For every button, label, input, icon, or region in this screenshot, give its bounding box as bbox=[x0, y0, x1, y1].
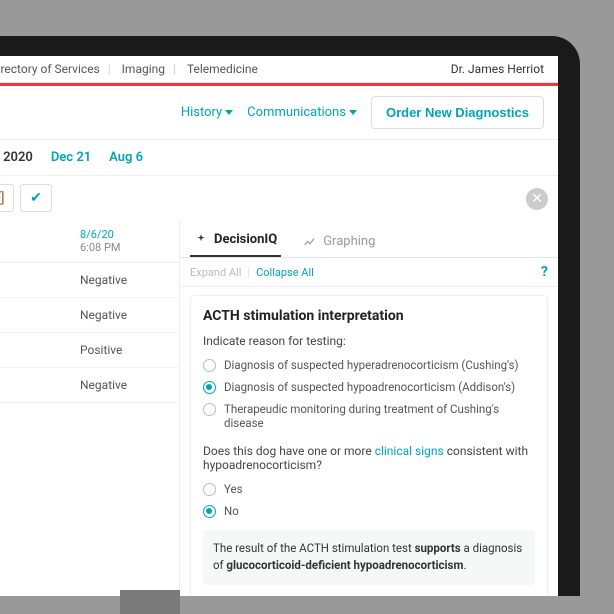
result-row: Positive bbox=[0, 333, 179, 368]
radio-yes[interactable]: Yes bbox=[203, 478, 535, 500]
radio-cushings[interactable]: Diagnosis of suspected hyperadrenocortic… bbox=[203, 354, 535, 376]
close-icon: ✕ bbox=[531, 191, 543, 207]
reason-prompt: Indicate reason for testing: bbox=[203, 334, 535, 348]
breadcrumb: ome| Directory of Services| Imaging| Tel… bbox=[0, 62, 262, 76]
chevron-down-icon bbox=[225, 110, 233, 115]
nav-imaging[interactable]: Imaging bbox=[118, 62, 169, 76]
expand-all[interactable]: Expand All bbox=[190, 266, 241, 279]
nav-directory[interactable]: Directory of Services bbox=[0, 62, 104, 76]
radio-icon bbox=[203, 381, 216, 394]
card-title: ACTH stimulation interpretation bbox=[203, 308, 535, 324]
nav-telemedicine[interactable]: Telemedicine bbox=[183, 62, 262, 76]
result-summary: The result of the ACTH stimulation test … bbox=[203, 530, 535, 585]
date-bar: Mar 16 2020 Dec 21 Aug 6 bbox=[0, 140, 558, 176]
check-icon: ✔ bbox=[30, 190, 42, 206]
timestamp-time: 6:08 PM bbox=[80, 241, 179, 254]
tab-decisioniq[interactable]: DecisionIQ bbox=[190, 224, 281, 257]
icon-row: ✆ 📋 ✔ bbox=[0, 176, 558, 220]
order-diagnostics-button[interactable]: Order New Diagnostics bbox=[371, 96, 544, 129]
radio-addisons[interactable]: Diagnosis of suspected hypoadrenocortici… bbox=[203, 376, 535, 398]
radio-therapeutic[interactable]: Therapeudic monitoring during treatment … bbox=[203, 398, 535, 434]
timestamp-date: 8/6/20 bbox=[80, 228, 179, 241]
result-row: Negative bbox=[0, 298, 179, 333]
radio-icon bbox=[203, 359, 216, 372]
clipboard-button[interactable]: 📋 bbox=[0, 184, 14, 212]
device-stand bbox=[120, 590, 180, 614]
radio-icon bbox=[203, 483, 216, 496]
interpretation-card: ACTH stimulation interpretation Indicate… bbox=[190, 295, 548, 596]
chevron-down-icon bbox=[349, 110, 357, 115]
device-frame: ome| Directory of Services| Imaging| Tel… bbox=[0, 36, 580, 596]
radio-icon bbox=[203, 403, 216, 416]
radio-icon bbox=[203, 505, 216, 518]
close-button[interactable]: ✕ bbox=[526, 188, 548, 210]
results-column: 8/6/20 6:08 PM Negative Negative Positiv… bbox=[0, 220, 180, 596]
tab-graphing[interactable]: Graphing bbox=[299, 226, 379, 257]
chart-icon bbox=[303, 235, 317, 249]
result-row: Negative bbox=[0, 263, 179, 298]
tabs: DecisionIQ Graphing bbox=[180, 220, 558, 258]
action-toolbar: History Communications Order New Diagnos… bbox=[0, 86, 558, 140]
result-row: Negative bbox=[0, 368, 179, 403]
clinical-signs-prompt: Does this dog have one or more clinical … bbox=[203, 444, 535, 472]
timestamp: 8/6/20 6:08 PM bbox=[0, 220, 179, 263]
communications-dropdown[interactable]: Communications bbox=[247, 105, 357, 120]
expand-collapse-row: Expand All | Collapse All ? bbox=[180, 258, 558, 287]
sparkle-icon bbox=[194, 233, 208, 247]
history-dropdown[interactable]: History bbox=[181, 105, 233, 120]
detail-panel: ✕ DecisionIQ Graphing Expand All | Colla… bbox=[180, 220, 558, 596]
help-button[interactable]: ? bbox=[541, 264, 548, 280]
user-name[interactable]: Dr. James Herriot bbox=[451, 62, 544, 76]
collapse-all[interactable]: Collapse All bbox=[256, 266, 314, 279]
content-area: 8/6/20 6:08 PM Negative Negative Positiv… bbox=[0, 220, 558, 596]
check-button[interactable]: ✔ bbox=[20, 184, 52, 212]
date-aug6[interactable]: Aug 6 bbox=[109, 150, 143, 165]
date-dec21[interactable]: Dec 21 bbox=[51, 150, 91, 165]
screen: ome| Directory of Services| Imaging| Tel… bbox=[0, 56, 558, 596]
clipboard-icon: 📋 bbox=[0, 190, 7, 206]
clinical-signs-link[interactable]: clinical signs bbox=[375, 444, 444, 458]
top-bar: ome| Directory of Services| Imaging| Tel… bbox=[0, 56, 558, 83]
year-2020: 2020 bbox=[3, 150, 33, 165]
radio-no[interactable]: No bbox=[203, 500, 535, 522]
